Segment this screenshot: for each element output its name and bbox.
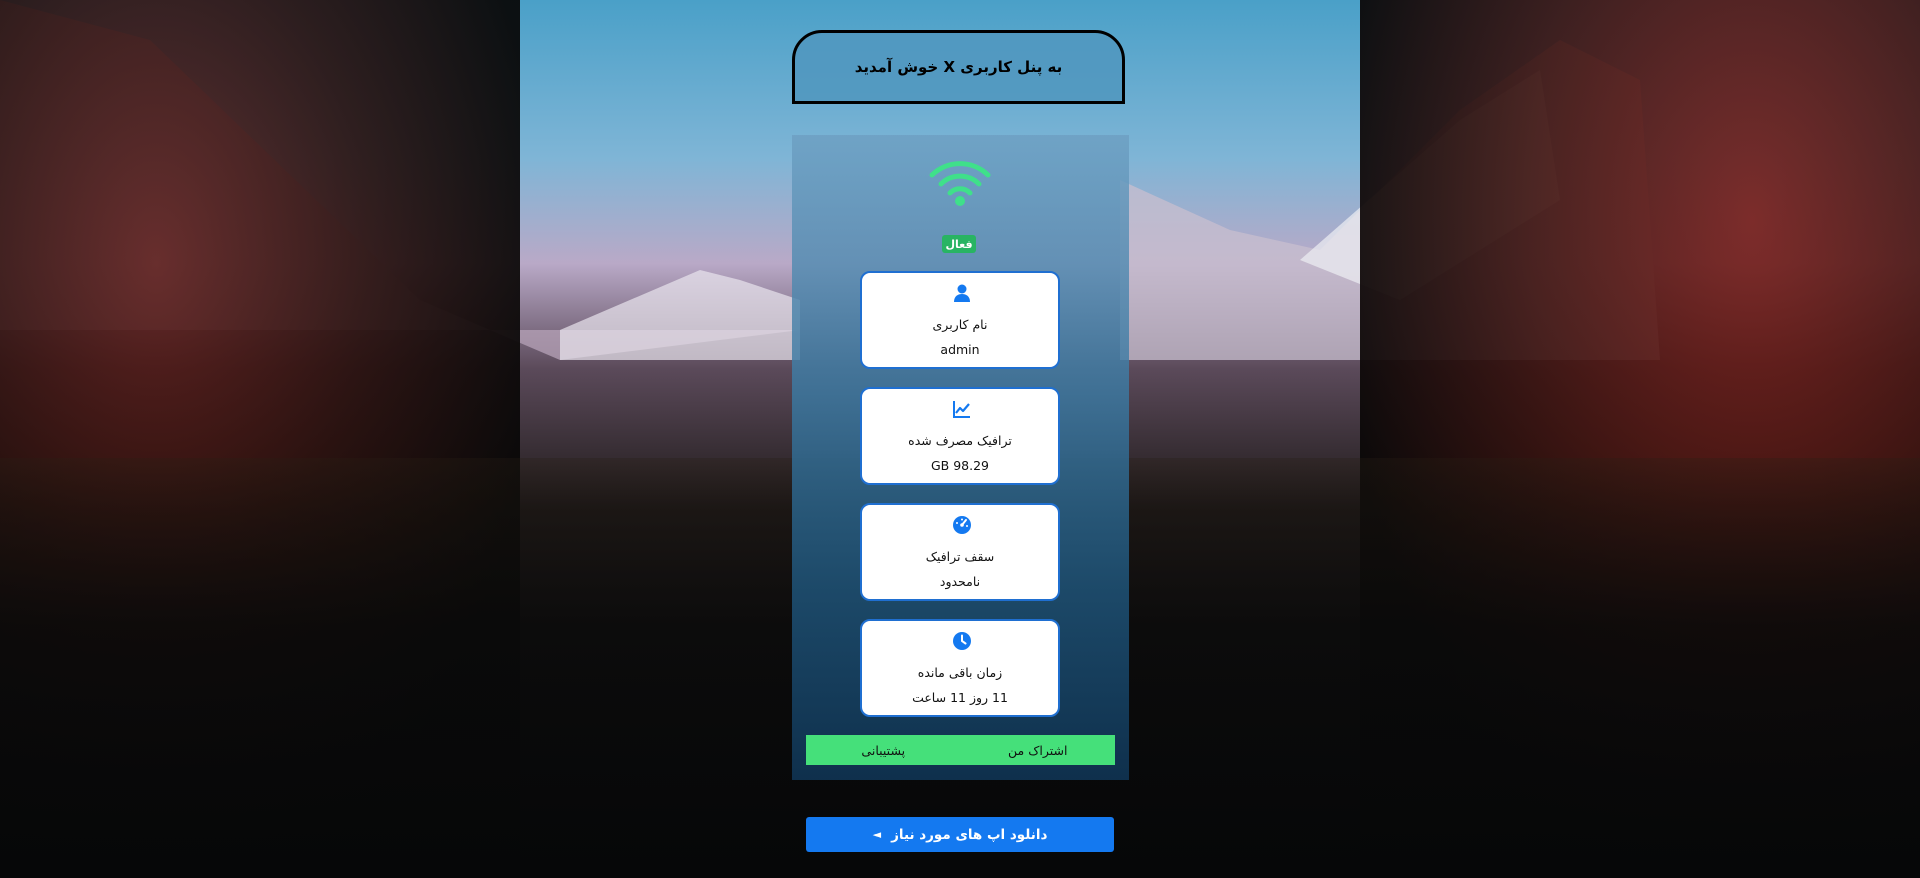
card-used-traffic: ترافیک مصرف شده GB 98.29 bbox=[860, 387, 1060, 485]
chart-line-icon bbox=[953, 401, 970, 418]
gauge-icon bbox=[953, 516, 971, 534]
card-label: زمان باقی مانده bbox=[917, 665, 1003, 680]
wifi-icon bbox=[929, 161, 991, 206]
user-icon bbox=[954, 284, 970, 302]
card-value: 11 روز 11 ساعت bbox=[912, 690, 1008, 705]
card-label: نام کاربری bbox=[932, 317, 988, 332]
card-label: ترافیک مصرف شده bbox=[908, 433, 1012, 448]
page-title: به پنل کاربری X خوش آمدید bbox=[854, 58, 1063, 76]
card-label: سقف ترافیک bbox=[925, 549, 995, 564]
card-time-remaining: زمان باقی مانده 11 روز 11 ساعت bbox=[860, 619, 1060, 717]
card-value: نامحدود bbox=[939, 574, 981, 589]
card-username: نام کاربری admin bbox=[860, 271, 1060, 369]
card-traffic-limit: سقف ترافیک نامحدود bbox=[860, 503, 1060, 601]
card-value: GB 98.29 bbox=[930, 458, 990, 473]
welcome-header: به پنل کاربری X خوش آمدید bbox=[792, 30, 1125, 104]
tab-support[interactable]: پشتیبانی bbox=[806, 735, 961, 765]
status-badge: فعال bbox=[942, 235, 976, 253]
panel-tabs: اشتراک من پشتیبانی bbox=[806, 735, 1115, 765]
clock-icon bbox=[953, 632, 971, 650]
download-button-label: دانلود اپ های مورد نیاز bbox=[891, 826, 1048, 843]
user-panel: فعال نام کاربری admin ترافیک مصرف شده GB… bbox=[792, 135, 1129, 780]
card-value: admin bbox=[940, 342, 980, 357]
arrow-left-icon: ◄ bbox=[872, 828, 882, 841]
download-apps-button[interactable]: دانلود اپ های مورد نیاز ◄ bbox=[806, 817, 1114, 852]
tab-my-subscription[interactable]: اشتراک من bbox=[961, 735, 1116, 765]
